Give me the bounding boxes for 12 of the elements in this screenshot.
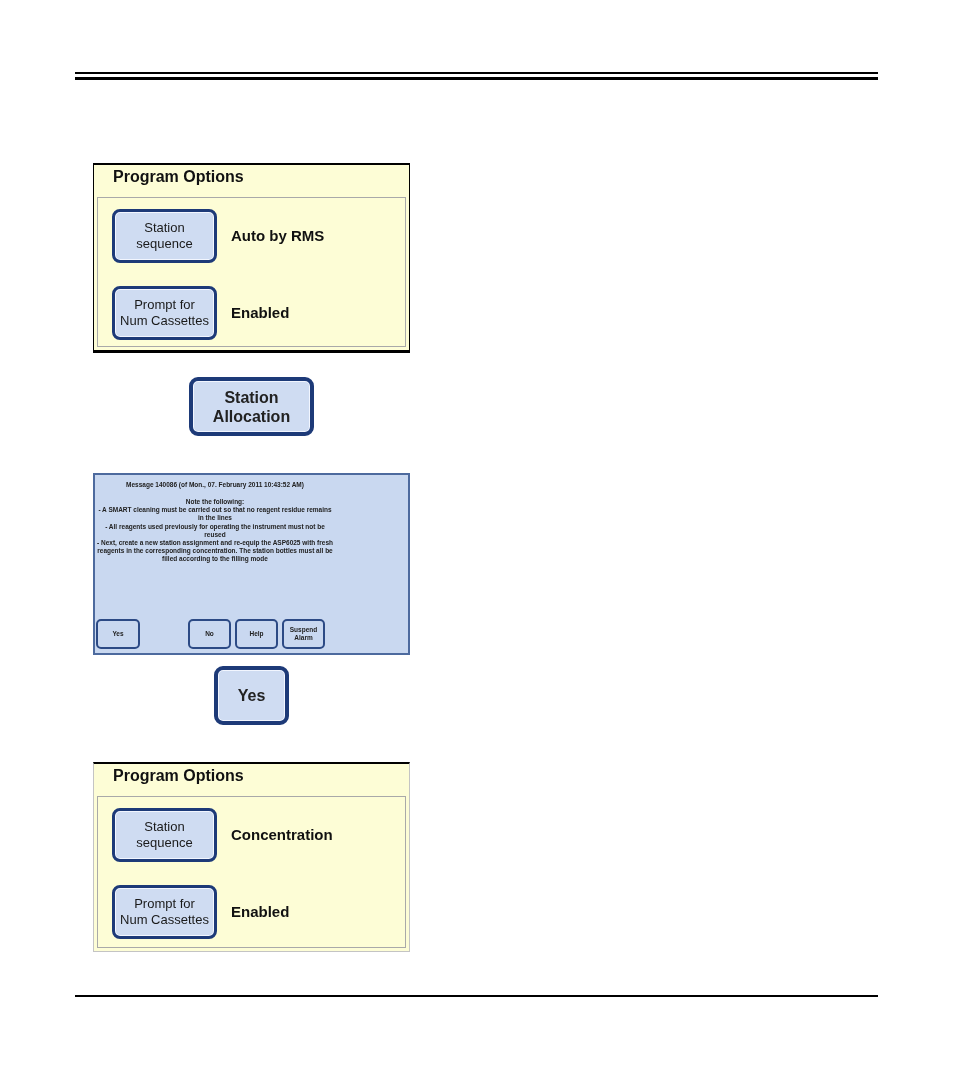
option-value: Enabled bbox=[231, 302, 290, 323]
action-button[interactable]: Yes bbox=[213, 666, 290, 725]
option-button[interactable]: Station sequence bbox=[112, 808, 217, 862]
option-button[interactable]: Prompt for Num Cassettes bbox=[112, 286, 217, 340]
option-button[interactable]: Station sequence bbox=[112, 209, 217, 263]
option-button[interactable]: Prompt for Num Cassettes bbox=[112, 885, 217, 939]
option-value: Concentration bbox=[231, 824, 333, 845]
option-value: Enabled bbox=[231, 901, 290, 922]
action-button[interactable]: Station Allocation bbox=[188, 377, 315, 436]
panel-title: Program Options bbox=[112, 766, 245, 786]
option-value: Auto by RMS bbox=[231, 225, 325, 246]
panel-title: Program Options bbox=[112, 167, 245, 187]
